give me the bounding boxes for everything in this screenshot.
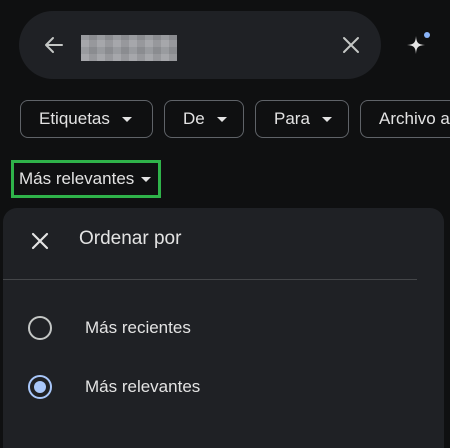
filter-chip-attachment[interactable]: Archivo a — [360, 100, 450, 138]
option-label: Más recientes — [85, 318, 191, 337]
back-arrow-icon[interactable] — [42, 33, 66, 57]
caret-down-icon — [216, 116, 227, 122]
chip-label: Archivo a — [379, 109, 450, 128]
radio-unchecked[interactable] — [28, 316, 52, 340]
divider — [3, 279, 417, 280]
gemini-sparkle-icon[interactable] — [402, 31, 434, 63]
sheet-title: Ordenar por — [79, 228, 182, 249]
sort-option-most-relevant[interactable]: Más relevantes — [3, 363, 444, 411]
chip-label: Para — [274, 109, 310, 128]
caret-down-icon — [141, 176, 152, 182]
filter-chip-labels[interactable]: Etiquetas — [20, 100, 153, 138]
chip-label: Etiquetas — [39, 109, 110, 128]
filter-chip-from[interactable]: De — [164, 100, 244, 138]
sort-option-most-recent[interactable]: Más recientes — [3, 304, 444, 352]
sort-label: Más relevantes — [19, 169, 135, 188]
search-bar[interactable] — [19, 11, 381, 79]
option-label: Más relevantes — [85, 377, 201, 396]
sort-bottom-sheet: Ordenar por Más recientes Más relevantes — [3, 208, 444, 448]
chip-label: De — [183, 109, 205, 128]
caret-down-icon — [121, 116, 132, 122]
radio-checked[interactable] — [28, 375, 52, 399]
close-icon[interactable] — [30, 231, 50, 251]
clear-search-icon[interactable] — [340, 34, 362, 56]
sort-dropdown[interactable]: Más relevantes — [11, 160, 161, 198]
search-query-redacted[interactable] — [81, 35, 177, 61]
filter-chip-to[interactable]: Para — [255, 100, 349, 138]
caret-down-icon — [321, 116, 332, 122]
